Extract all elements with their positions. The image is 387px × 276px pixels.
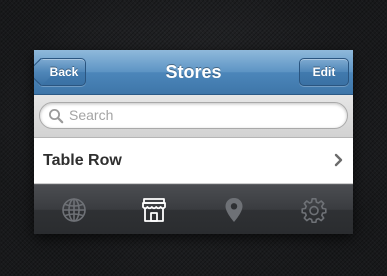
navigation-bar: Back Stores Edit (34, 50, 353, 95)
tab-globe[interactable] (34, 185, 113, 234)
store-icon (141, 197, 166, 222)
edit-button[interactable]: Edit (299, 58, 349, 86)
table-row[interactable]: Table Row (34, 138, 353, 184)
page-title: Stores (165, 62, 222, 82)
search-bar: Search (34, 95, 353, 138)
search-placeholder: Search (69, 107, 114, 123)
tab-stores[interactable] (114, 185, 193, 234)
location-pin-icon (225, 197, 242, 222)
gear-icon (300, 197, 327, 223)
back-button-label: Back (49, 65, 79, 79)
table-row-label: Table Row (43, 152, 122, 169)
tab-settings[interactable] (274, 185, 353, 234)
search-icon (49, 109, 64, 124)
back-button[interactable]: Back (38, 58, 86, 86)
phone-screen: Back Stores Edit Search Table Row (34, 50, 353, 234)
chevron-right-icon (334, 153, 343, 167)
globe-icon (61, 197, 86, 222)
tab-bar (34, 184, 353, 234)
tab-location[interactable] (194, 185, 273, 234)
search-input[interactable]: Search (39, 102, 348, 129)
